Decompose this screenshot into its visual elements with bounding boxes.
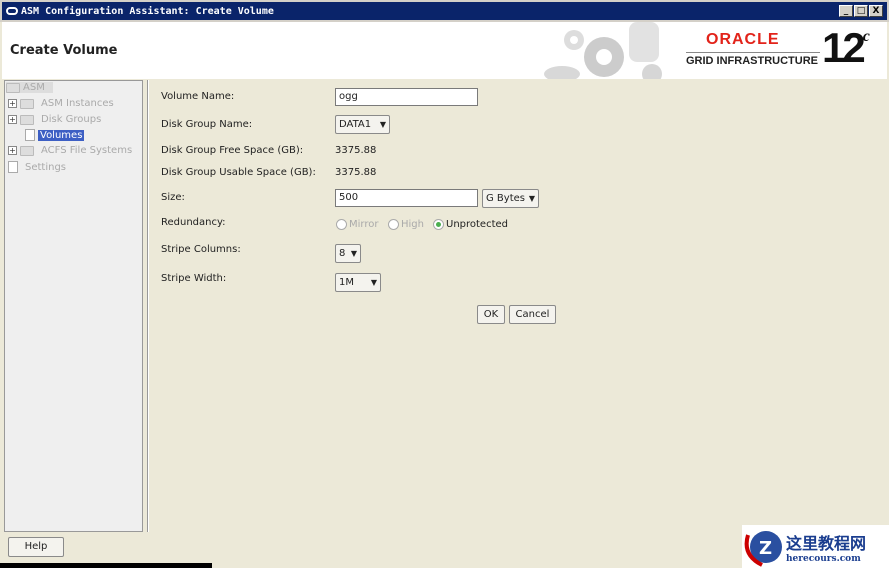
app-icon (6, 7, 18, 15)
usable-space-label: Disk Group Usable Space (GB): (161, 167, 316, 178)
stripe-columns-select[interactable]: 8 ▼ (335, 244, 361, 263)
taskbar (0, 563, 212, 568)
chevron-down-icon: ▼ (350, 249, 357, 258)
page-title: Create Volume (10, 43, 118, 58)
redundancy-label: Redundancy: (161, 217, 226, 228)
expand-icon[interactable]: + (8, 115, 17, 124)
watermark-site: herecours.com (786, 553, 861, 564)
volume-name-label: Volume Name: (161, 91, 235, 102)
expand-icon[interactable]: + (8, 99, 17, 108)
header-banner: Create Volume ORACLE GRID INFRASTRUCTURE… (2, 22, 887, 79)
cancel-button[interactable]: Cancel (509, 305, 556, 324)
close-button[interactable]: X (869, 5, 883, 17)
size-unit-select[interactable]: G Bytes ▼ (482, 189, 539, 208)
gears-graphic-icon (544, 22, 662, 79)
version-logo: 12c (822, 24, 870, 71)
radio-unprotected[interactable]: Unprotected (433, 219, 508, 230)
ok-button[interactable]: OK (477, 305, 505, 324)
watermark-logo-icon: Z (744, 531, 782, 567)
tree-item-disk-groups[interactable]: + Disk Groups (8, 114, 101, 125)
navigation-tree: ASM + ASM Instances + Disk Groups Volumes … (4, 80, 143, 532)
watermark-text: 这里教程网 (786, 533, 867, 553)
title-bar: ASM Configuration Assistant: Create Volu… (0, 0, 889, 22)
stripe-columns-label: Stripe Columns: (161, 244, 241, 255)
stripe-width-label: Stripe Width: (161, 273, 227, 284)
file-icon (8, 161, 18, 173)
usable-space-value: 3375.88 (335, 167, 377, 178)
product-name: GRID INFRASTRUCTURE (686, 55, 818, 67)
maximize-button[interactable]: □ (854, 5, 868, 17)
size-input[interactable]: 500 (335, 189, 478, 207)
radio-high[interactable]: High (388, 219, 424, 230)
watermark: Z 这里教程网 herecours.com (742, 525, 889, 568)
splitter[interactable] (147, 80, 149, 532)
folder-icon (20, 98, 34, 109)
folder-open-icon (6, 82, 20, 93)
expand-icon[interactable]: + (8, 146, 17, 155)
disk-group-label: Disk Group Name: (161, 119, 253, 130)
window-title: ASM Configuration Assistant: Create Volu… (21, 5, 274, 17)
volume-name-input[interactable]: ogg (335, 88, 478, 106)
disk-group-select[interactable]: DATA1 ▼ (335, 115, 390, 134)
oracle-logo: ORACLE (706, 31, 780, 48)
free-space-label: Disk Group Free Space (GB): (161, 145, 304, 156)
stripe-width-select[interactable]: 1M ▼ (335, 273, 381, 292)
tree-item-volumes[interactable]: Volumes (25, 129, 85, 141)
tree-root[interactable]: ASM (6, 82, 53, 93)
tree-item-settings[interactable]: Settings (8, 161, 66, 173)
help-button[interactable]: Help (8, 537, 64, 557)
chevron-down-icon: ▼ (379, 120, 386, 129)
free-space-value: 3375.88 (335, 145, 377, 156)
size-label: Size: (161, 192, 185, 203)
chevron-down-icon: ▼ (370, 278, 377, 287)
svg-text:Z: Z (759, 538, 772, 559)
minimize-button[interactable]: _ (839, 5, 853, 17)
folder-icon (20, 114, 34, 125)
folder-icon (20, 145, 34, 156)
file-icon (25, 129, 35, 141)
radio-mirror[interactable]: Mirror (336, 219, 378, 230)
chevron-down-icon: ▼ (528, 194, 535, 203)
tree-item-acfs[interactable]: + ACFS File Systems (8, 145, 132, 156)
tree-item-asm-instances[interactable]: + ASM Instances (8, 98, 114, 109)
